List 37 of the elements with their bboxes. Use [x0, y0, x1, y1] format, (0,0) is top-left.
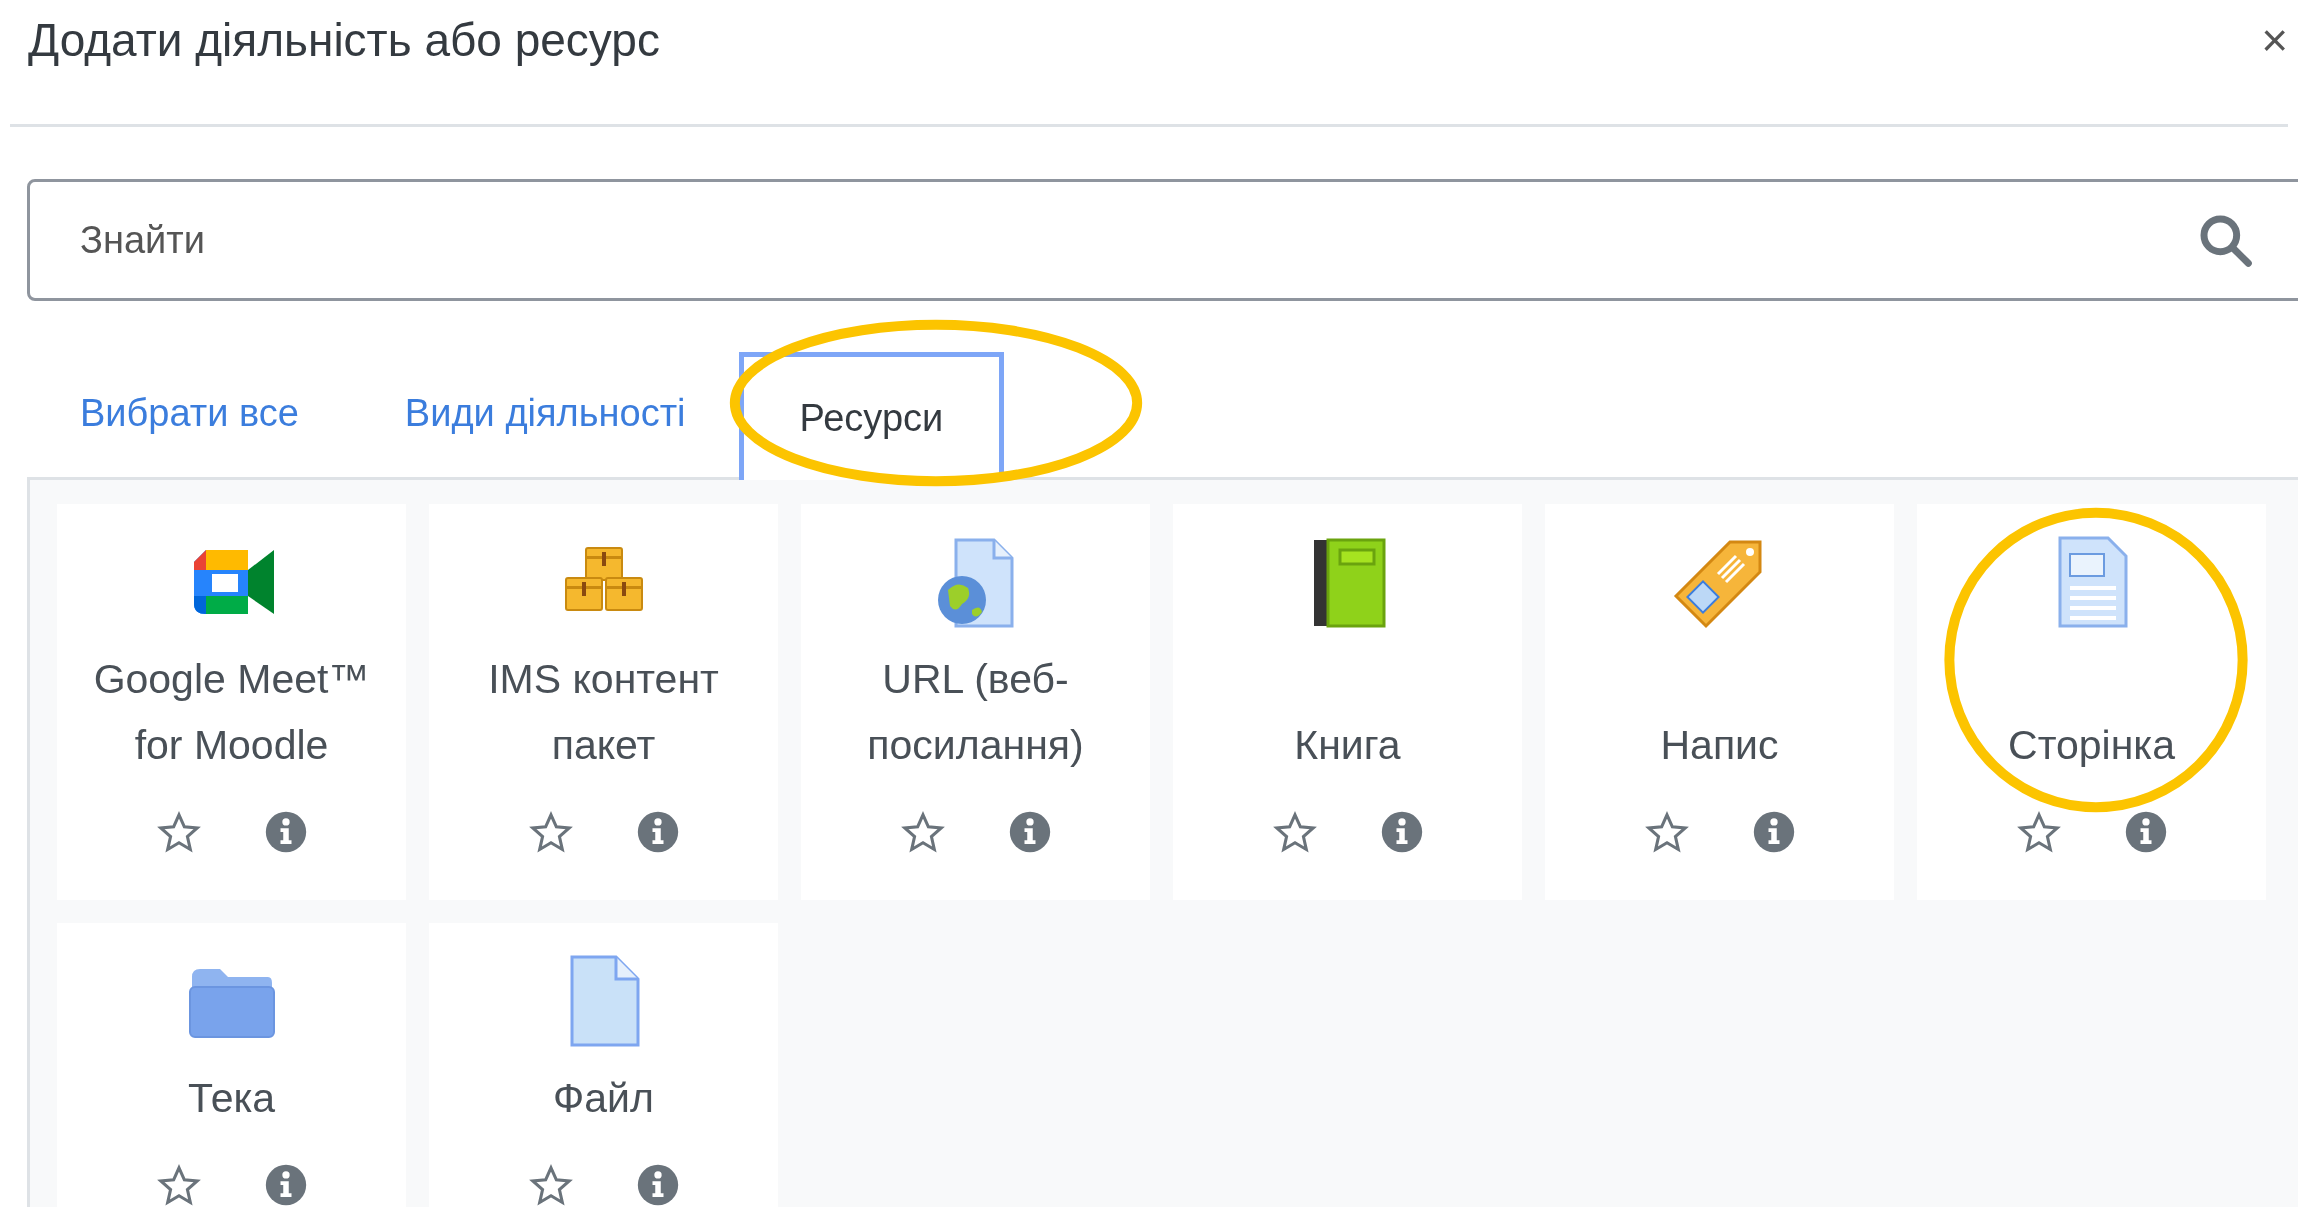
- activity-card[interactable]: Сторінка: [1917, 504, 2266, 900]
- activity-label: Файл: [552, 1074, 655, 1123]
- activity-label: Сторінка: [2007, 721, 2176, 770]
- activity-label: Напис: [1659, 721, 1780, 770]
- tab[interactable]: Вибрати все: [27, 349, 352, 477]
- dialog-title: Додати діяльність або ресурс: [28, 12, 660, 68]
- star-icon[interactable]: [2015, 810, 2062, 856]
- star-icon[interactable]: [527, 1163, 574, 1207]
- activity-label: Книга: [1293, 721, 1402, 770]
- activity-card[interactable]: Файл: [429, 923, 778, 1207]
- tab[interactable]: Види діяльності: [351, 349, 739, 477]
- activity-label: Google Meet™ for Moodle: [92, 655, 371, 770]
- info-icon[interactable]: [263, 810, 308, 854]
- activity-card[interactable]: URL (веб-посилання): [801, 504, 1150, 900]
- activity-label: IMS контент пакет: [487, 655, 720, 770]
- info-icon[interactable]: [635, 810, 680, 854]
- activity-card[interactable]: Книга: [1173, 504, 1522, 900]
- close-button[interactable]: ×: [2261, 17, 2288, 63]
- info-icon[interactable]: [263, 1163, 308, 1207]
- info-icon[interactable]: [635, 1163, 680, 1207]
- activity-label: Тека: [186, 1074, 277, 1123]
- info-icon[interactable]: [1379, 810, 1424, 854]
- activity-label: URL (веб-посилання): [866, 655, 1085, 770]
- star-icon[interactable]: [155, 810, 202, 856]
- activity-card[interactable]: Google Meet™ for Moodle: [57, 504, 406, 900]
- search-field[interactable]: Знайти: [27, 179, 2298, 301]
- activity-card[interactable]: Тека: [57, 923, 406, 1207]
- star-icon[interactable]: [1271, 810, 1318, 856]
- star-icon[interactable]: [1643, 810, 1690, 856]
- star-icon[interactable]: [155, 1163, 202, 1207]
- star-icon[interactable]: [527, 810, 574, 856]
- star-icon[interactable]: [899, 810, 946, 856]
- info-icon[interactable]: [1007, 810, 1052, 854]
- info-icon[interactable]: [2123, 810, 2168, 854]
- activity-card[interactable]: IMS контент пакет: [429, 504, 778, 900]
- info-icon[interactable]: [1751, 810, 1796, 854]
- activity-card[interactable]: Напис: [1545, 504, 1894, 900]
